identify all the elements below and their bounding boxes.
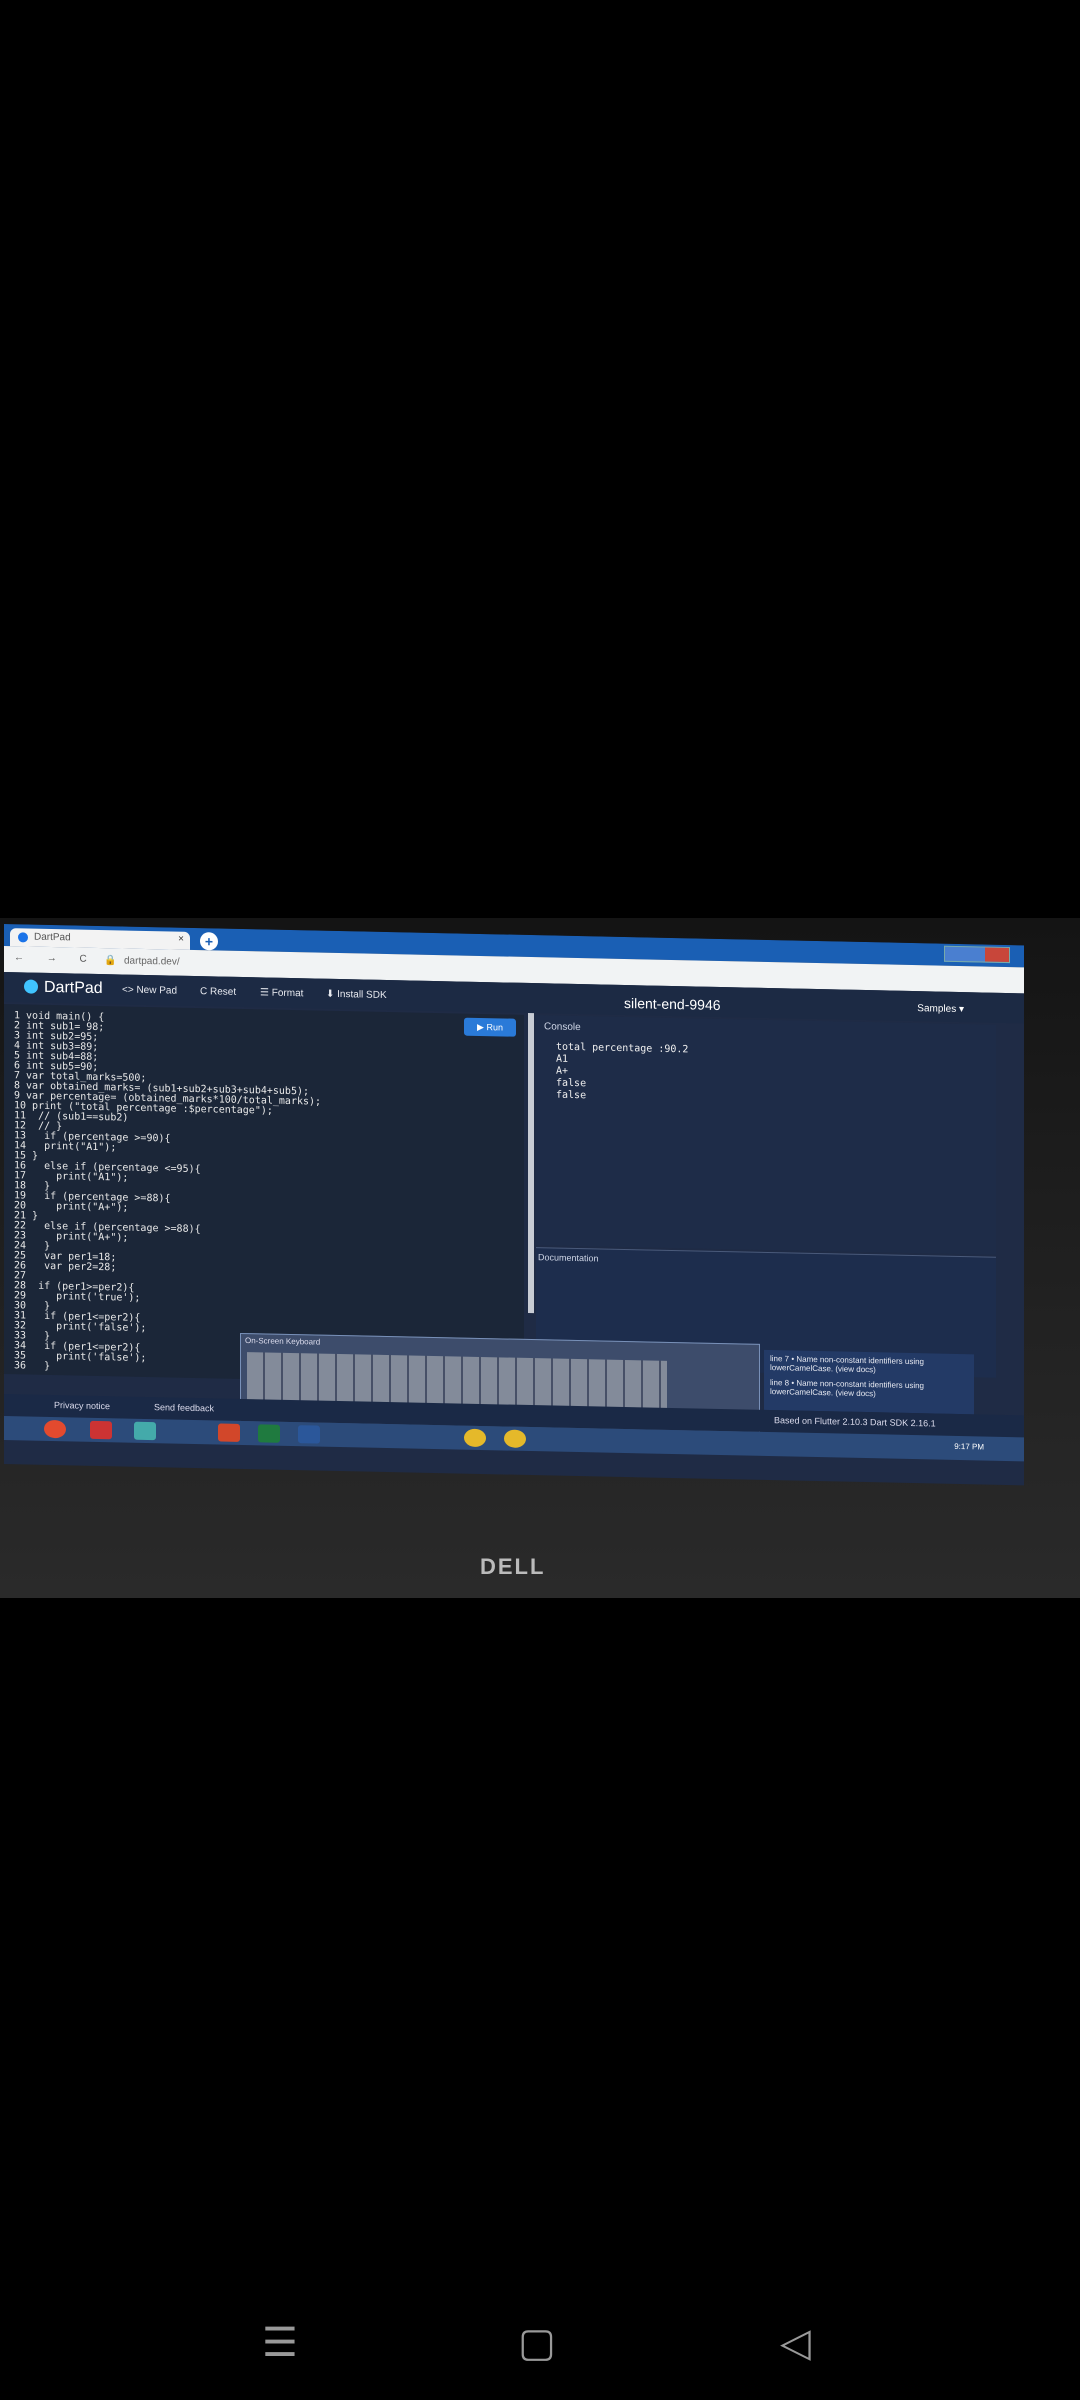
- code-editor[interactable]: 1 void main() {2 int sub1= 98; 3 int sub2…: [4, 1004, 524, 1385]
- split-divider[interactable]: [528, 1012, 534, 1314]
- keyboard-title: On-Screen Keyboard: [245, 1336, 321, 1347]
- url-text[interactable]: dartpad.dev/: [124, 956, 180, 968]
- lock-icon: 🔒: [104, 955, 117, 967]
- console-output-line: total percentage :90.2: [556, 1041, 689, 1056]
- analysis-warnings: line 7 • Name non-constant identifiers u…: [764, 1349, 974, 1415]
- monitor-photo: DartPad × + ← → C 🔒 dartpad.dev/ DartPad…: [0, 918, 1080, 1598]
- home-icon[interactable]: ▢: [518, 2320, 556, 2366]
- dart-favicon-icon: [18, 932, 28, 943]
- version-text: Based on Flutter 2.10.3 Dart SDK 2.16.1: [774, 1415, 936, 1429]
- documentation-label: Documentation: [538, 1252, 599, 1264]
- run-button[interactable]: ▶ Run: [464, 1017, 516, 1037]
- pad-name: silent-end-9946: [624, 994, 721, 1014]
- feedback-link[interactable]: Send feedback: [154, 1402, 214, 1413]
- code-line[interactable]: 26 var per2=28;: [14, 1260, 116, 1273]
- install-sdk-button[interactable]: ⬇ Install SDK: [326, 989, 387, 1001]
- back-icon[interactable]: ◁: [780, 2320, 811, 2366]
- new-pad-button[interactable]: <> New Pad: [122, 984, 177, 996]
- window-close-icon[interactable]: [985, 947, 1009, 963]
- taskbar-app-icon[interactable]: [90, 1420, 112, 1440]
- word-icon[interactable]: [298, 1425, 320, 1444]
- tab-close-icon[interactable]: ×: [178, 934, 184, 945]
- tab-title: DartPad: [34, 931, 71, 944]
- format-button[interactable]: ☰ Format: [260, 987, 303, 999]
- powerpoint-icon[interactable]: [218, 1423, 240, 1442]
- warning-2[interactable]: line 8 • Name non-constant identifiers u…: [764, 1376, 974, 1402]
- console-output-line: A+: [556, 1065, 569, 1077]
- dell-logo: DELL: [480, 1554, 546, 1579]
- app-brand: DartPad: [44, 978, 103, 998]
- dart-logo-icon: [24, 979, 38, 994]
- chrome-icon[interactable]: [504, 1429, 526, 1448]
- code-line[interactable]: 36 }: [14, 1360, 50, 1372]
- console-label: Console: [544, 1021, 581, 1034]
- console-output-line: false: [556, 1077, 587, 1090]
- chrome-icon[interactable]: [464, 1428, 486, 1448]
- samples-dropdown[interactable]: Samples ▾: [917, 1003, 964, 1015]
- recents-icon[interactable]: ☰: [262, 2320, 298, 2366]
- reset-button[interactable]: C Reset: [200, 986, 236, 998]
- excel-icon[interactable]: [258, 1424, 280, 1443]
- privacy-link[interactable]: Privacy notice: [54, 1400, 110, 1411]
- nav-buttons[interactable]: ← → C: [14, 952, 97, 965]
- console-output-line: false: [556, 1089, 587, 1102]
- taskbar-app-icon[interactable]: [134, 1421, 156, 1441]
- monitor-screen: DartPad × + ← → C 🔒 dartpad.dev/ DartPad…: [4, 924, 1024, 1486]
- start-icon[interactable]: [44, 1419, 66, 1439]
- console-panel: Console total percentage :90.2 A1 A+ false f…: [536, 1015, 996, 1255]
- new-tab-button[interactable]: +: [200, 932, 218, 951]
- console-output-line: A1: [556, 1053, 569, 1065]
- android-nav-bar: ☰ ▢ ◁: [0, 2280, 1080, 2400]
- window-controls[interactable]: [944, 945, 1010, 964]
- clock: 9:17 PM: [954, 1441, 984, 1452]
